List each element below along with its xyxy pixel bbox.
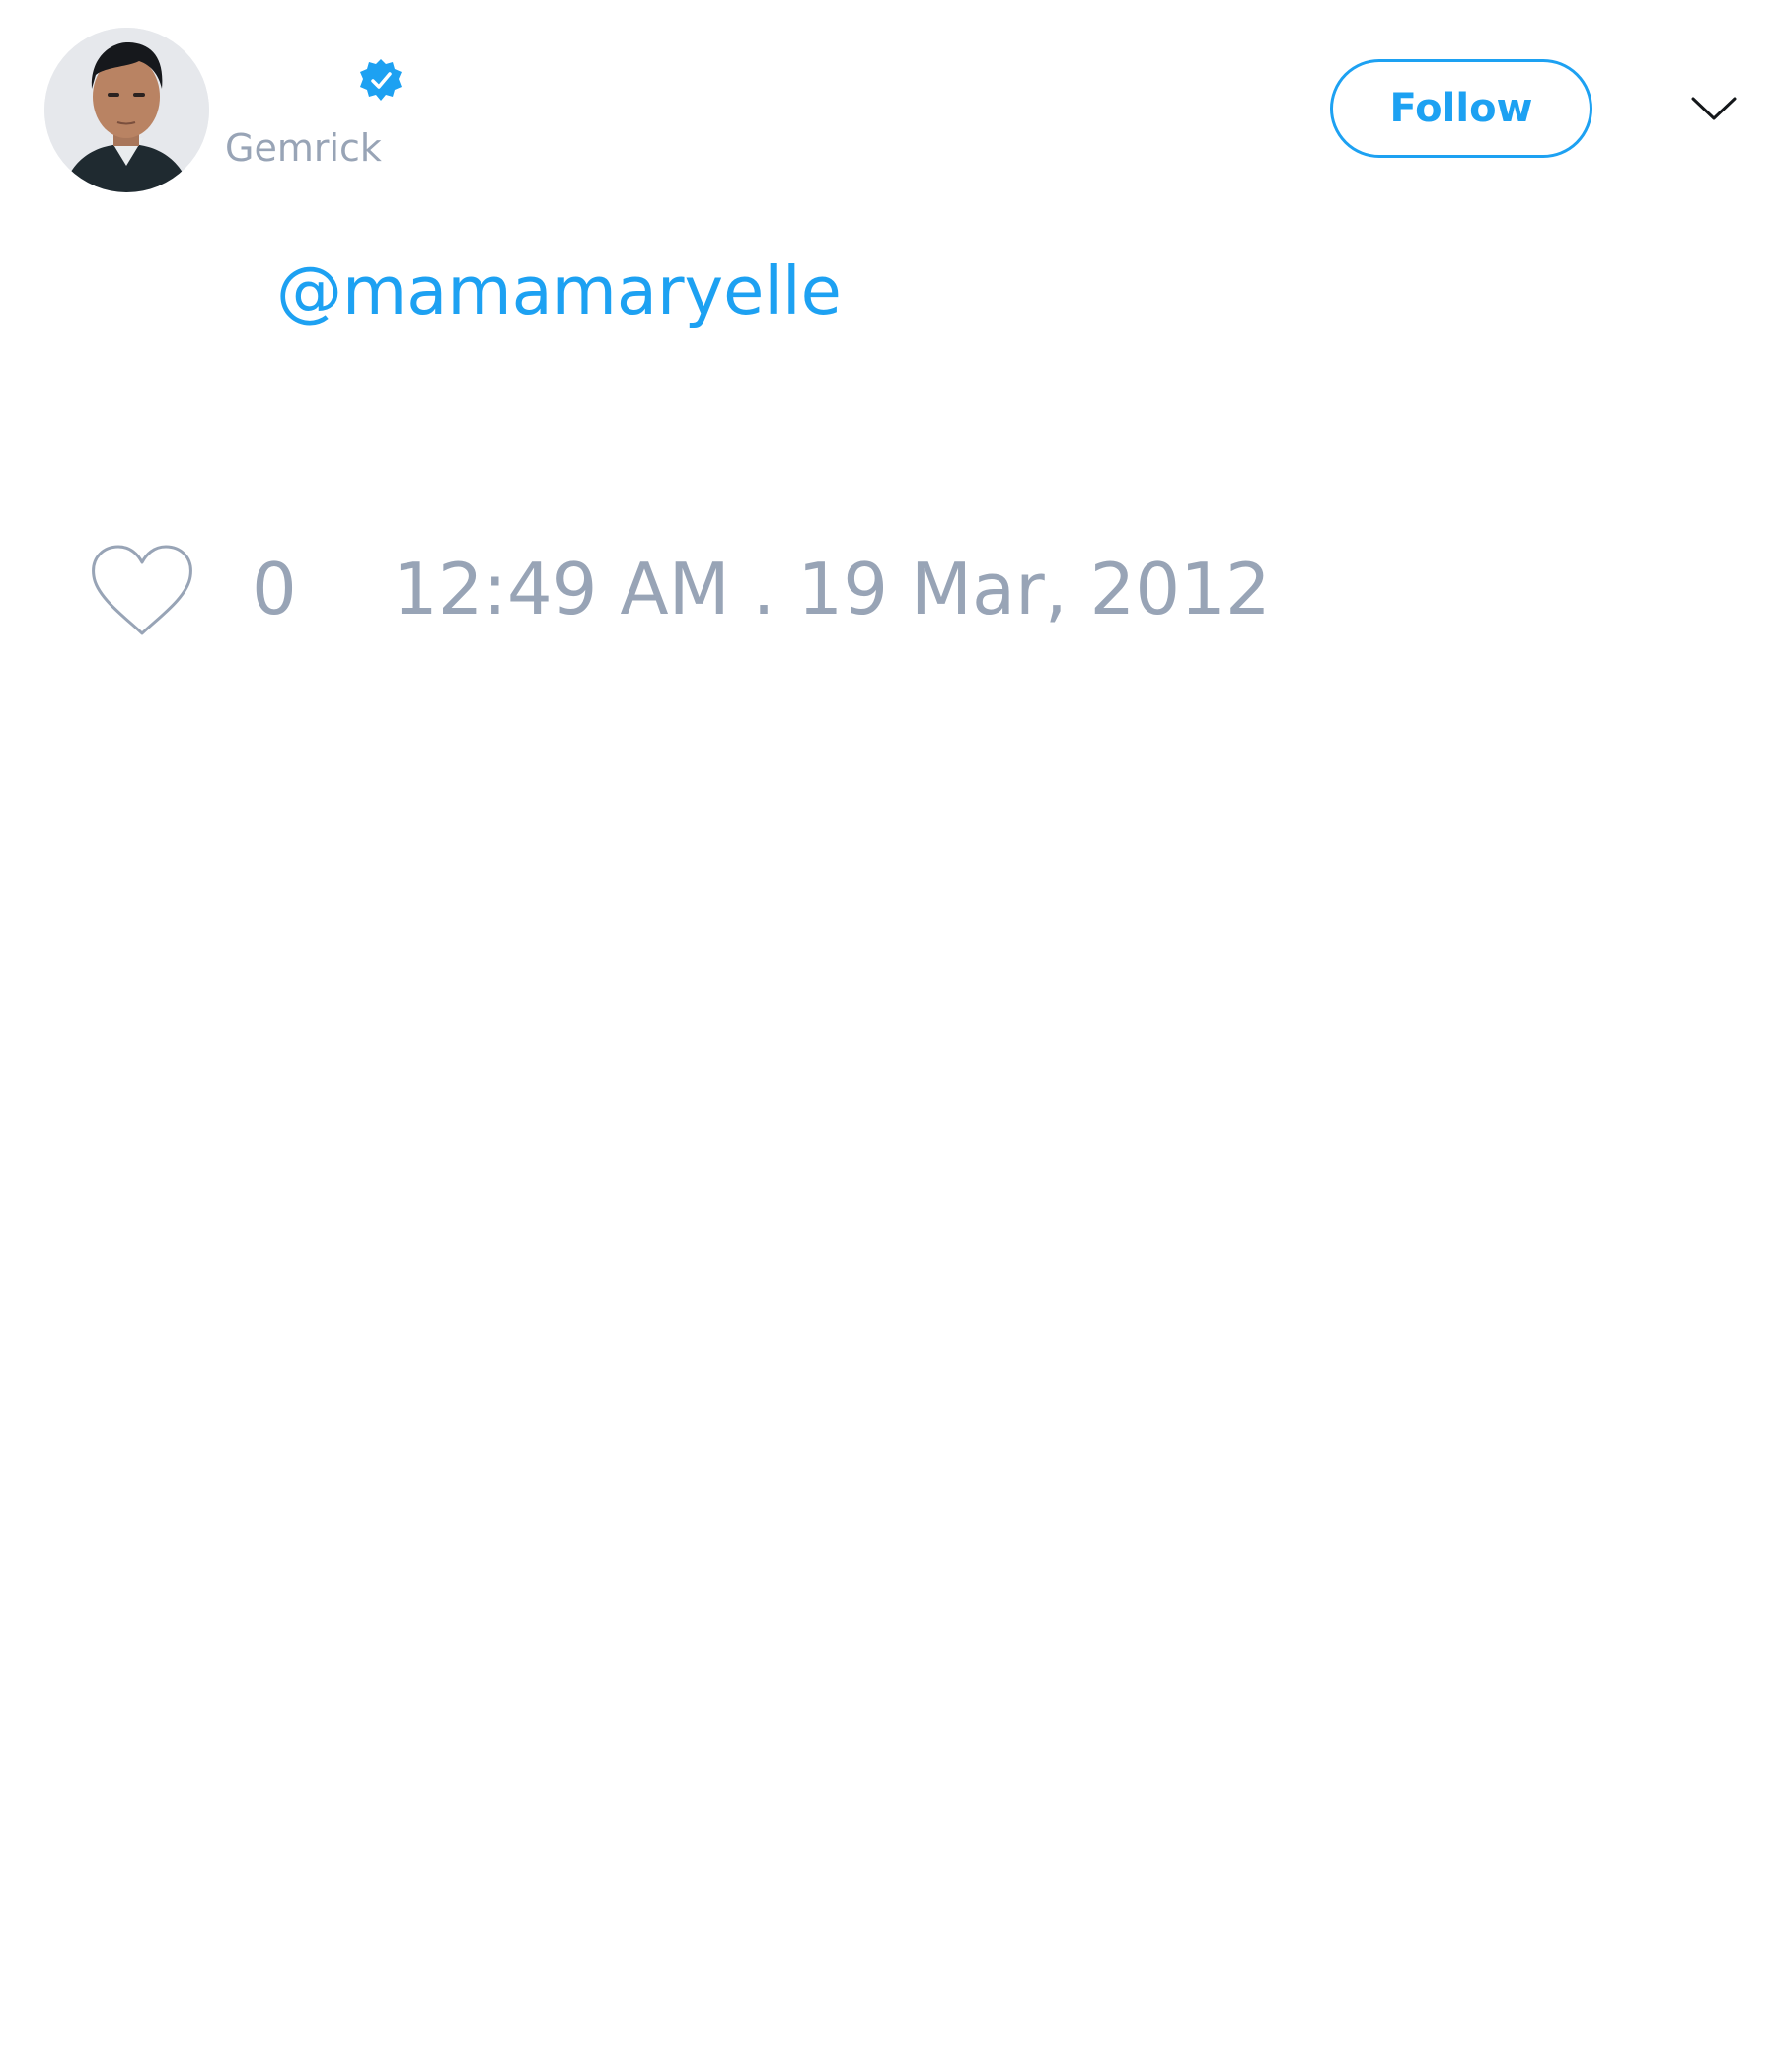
tweet-footer: 0 12:49 AM . 19 Mar, 2012	[0, 533, 1776, 641]
verified-badge-icon	[360, 59, 402, 101]
chevron-down-icon[interactable]	[1689, 89, 1739, 128]
screen-name[interactable]: Gemrick	[225, 124, 382, 172]
heart-icon[interactable]	[89, 543, 195, 639]
follow-button[interactable]: Follow	[1330, 59, 1592, 158]
avatar[interactable]	[44, 28, 209, 192]
avatar-image	[44, 28, 209, 192]
like-count: 0	[252, 548, 297, 630]
tweet-text: @mamamaryelle	[276, 247, 842, 335]
mention-link[interactable]: @mamamaryelle	[276, 253, 842, 330]
tweet-header: Gemrick Follow	[0, 0, 1776, 207]
timestamp-link[interactable]: 12:49 AM . 19 Mar, 2012	[393, 545, 1271, 633]
